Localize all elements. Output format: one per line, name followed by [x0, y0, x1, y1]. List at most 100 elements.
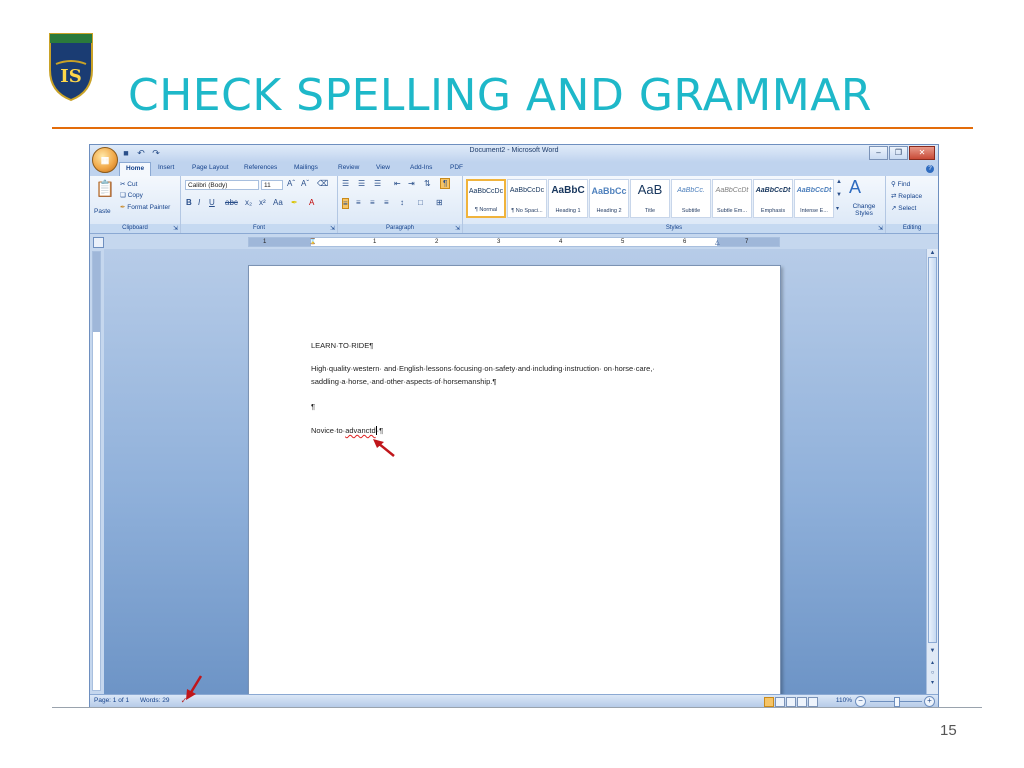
- change-styles-icon[interactable]: A: [849, 177, 861, 198]
- zoom-out-icon[interactable]: −: [855, 696, 866, 707]
- document-page[interactable]: LEARN·TO·RIDE¶ High·quality·western· and…: [248, 265, 781, 707]
- outline-icon[interactable]: [797, 697, 807, 707]
- decrease-indent-icon[interactable]: ⇤: [394, 179, 401, 188]
- zoom-slider-thumb[interactable]: [894, 697, 900, 707]
- tab-home[interactable]: Home: [119, 162, 152, 176]
- sort-icon[interactable]: ⇅: [424, 179, 431, 188]
- zoom-level[interactable]: 110%: [836, 697, 852, 704]
- web-layout-icon[interactable]: [786, 697, 796, 707]
- tab-add-ins[interactable]: Add-Ins: [410, 164, 432, 171]
- draft-icon[interactable]: [808, 697, 818, 707]
- redo-icon[interactable]: ↷: [150, 147, 162, 159]
- font-color-icon[interactable]: A: [309, 198, 314, 207]
- tab-insert[interactable]: Insert: [158, 164, 174, 171]
- tab-pdf[interactable]: PDF: [450, 164, 463, 171]
- misspelled-word[interactable]: advanctd: [345, 426, 375, 435]
- tab-view[interactable]: View: [376, 164, 390, 171]
- style-normal[interactable]: AaBbCcDc ¶ Normal: [466, 179, 506, 218]
- change-case-icon[interactable]: Aa: [273, 198, 283, 207]
- ruler-number: 1: [263, 239, 267, 245]
- undo-icon[interactable]: ↶: [135, 147, 147, 159]
- justify-icon[interactable]: ≡: [384, 198, 389, 207]
- show-formatting-marks-icon[interactable]: ¶: [440, 178, 451, 189]
- scrollbar-thumb[interactable]: [928, 257, 937, 643]
- clipboard-launcher-icon[interactable]: ⇲: [173, 225, 178, 232]
- browse-object-icon[interactable]: ○: [928, 669, 937, 677]
- zoom-slider[interactable]: [870, 697, 922, 707]
- subscript-icon[interactable]: x₂: [245, 198, 252, 207]
- horizontal-ruler[interactable]: 1 1 2 3 4 5 6 7 ⌛ △: [248, 237, 780, 247]
- paste-icon[interactable]: 📋: [95, 179, 115, 199]
- page-count[interactable]: Page: 1 of 1: [94, 697, 129, 704]
- restore-button[interactable]: ❐: [889, 146, 908, 160]
- styles-more-icon[interactable]: ▾: [836, 205, 839, 212]
- replace-button[interactable]: ⇄ Replace: [891, 192, 922, 200]
- align-right-icon[interactable]: ≡: [370, 198, 375, 207]
- office-button[interactable]: ▦: [92, 147, 118, 173]
- copy-icon: ❏: [120, 192, 128, 199]
- tab-page-layout[interactable]: Page Layout: [192, 164, 229, 171]
- change-styles-button[interactable]: Change Styles: [846, 203, 882, 217]
- paste-button[interactable]: Paste: [94, 208, 111, 215]
- select-button[interactable]: ↗ Select: [891, 204, 916, 212]
- right-indent-marker-icon[interactable]: △: [715, 239, 720, 246]
- style-title[interactable]: AaB Title: [630, 179, 670, 218]
- numbering-icon[interactable]: ☰: [358, 179, 365, 188]
- clear-formatting-icon[interactable]: ⌫: [317, 179, 328, 188]
- style-sample: AaBbCcDt: [796, 187, 832, 194]
- save-icon[interactable]: ■: [120, 147, 132, 159]
- close-button[interactable]: ✕: [909, 146, 935, 160]
- highlight-icon[interactable]: ✒: [291, 198, 298, 207]
- style-heading-1[interactable]: AaBbC Heading 1: [548, 179, 588, 218]
- style-intense-emphasis[interactable]: AaBbCcDt Intense E...: [794, 179, 834, 218]
- previous-page-icon[interactable]: ▴: [928, 659, 937, 667]
- style-no-spacing[interactable]: AaBbCcDc ¶ No Spaci...: [507, 179, 547, 218]
- format-painter-button[interactable]: ✒ Format Painter: [120, 203, 170, 211]
- indent-marker-icon[interactable]: ⌛: [309, 238, 316, 245]
- find-button[interactable]: ⚲ Find: [891, 180, 910, 188]
- styles-launcher-icon[interactable]: ⇲: [878, 225, 883, 232]
- style-heading-2[interactable]: AaBbCc Heading 2: [589, 179, 629, 218]
- underline-icon[interactable]: U: [209, 198, 215, 207]
- style-emphasis[interactable]: AaBbCcDt Emphasis: [753, 179, 793, 218]
- scroll-up-icon[interactable]: ▲: [928, 249, 937, 257]
- word-count[interactable]: Words: 29: [140, 697, 170, 704]
- cut-button[interactable]: ✂ Cut: [120, 180, 137, 188]
- bold-icon[interactable]: B: [186, 198, 192, 207]
- copy-button[interactable]: ❏ Copy: [120, 191, 143, 199]
- style-subtle-emphasis[interactable]: AaBbCcDt Subtle Em...: [712, 179, 752, 218]
- font-size-field[interactable]: 11: [261, 180, 283, 190]
- styles-scroll-up-icon[interactable]: ▲: [836, 179, 842, 185]
- select-label: Select: [898, 205, 917, 212]
- scroll-down-icon[interactable]: ▼: [928, 647, 937, 655]
- help-icon[interactable]: ?: [926, 165, 934, 173]
- tab-mailings[interactable]: Mailings: [294, 164, 318, 171]
- style-subtitle[interactable]: AaBbCc. Subtitle: [671, 179, 711, 218]
- shading-icon[interactable]: □: [418, 198, 423, 207]
- align-center-icon[interactable]: ≡: [356, 198, 361, 207]
- font-name-field[interactable]: Calibri (Body): [185, 180, 259, 190]
- increase-indent-icon[interactable]: ⇥: [408, 179, 415, 188]
- styles-scroll-down-icon[interactable]: ▼: [836, 192, 842, 198]
- tab-review[interactable]: Review: [338, 164, 359, 171]
- strikethrough-icon[interactable]: abc: [225, 198, 238, 207]
- vertical-scrollbar[interactable]: ▲ ▼ ▴ ○ ▾: [926, 249, 938, 694]
- borders-icon[interactable]: ⊞: [436, 198, 443, 207]
- font-launcher-icon[interactable]: ⇲: [330, 225, 335, 232]
- tab-selector[interactable]: [93, 237, 104, 248]
- zoom-in-icon[interactable]: +: [924, 696, 935, 707]
- tab-references[interactable]: References: [244, 164, 277, 171]
- grow-font-icon[interactable]: Aˆ: [287, 179, 295, 188]
- italic-icon[interactable]: I: [198, 198, 200, 207]
- bullets-icon[interactable]: ☰: [342, 179, 349, 188]
- next-page-icon[interactable]: ▾: [928, 679, 937, 687]
- superscript-icon[interactable]: x²: [259, 198, 266, 207]
- align-left-icon[interactable]: ≡: [342, 198, 349, 209]
- paragraph-launcher-icon[interactable]: ⇲: [455, 225, 460, 232]
- full-screen-reading-icon[interactable]: [775, 697, 785, 707]
- multilevel-list-icon[interactable]: ☰: [374, 179, 381, 188]
- minimize-button[interactable]: –: [869, 146, 888, 160]
- line-spacing-icon[interactable]: ↕: [400, 198, 404, 207]
- print-layout-icon[interactable]: [764, 697, 774, 707]
- shrink-font-icon[interactable]: Aˇ: [301, 179, 309, 188]
